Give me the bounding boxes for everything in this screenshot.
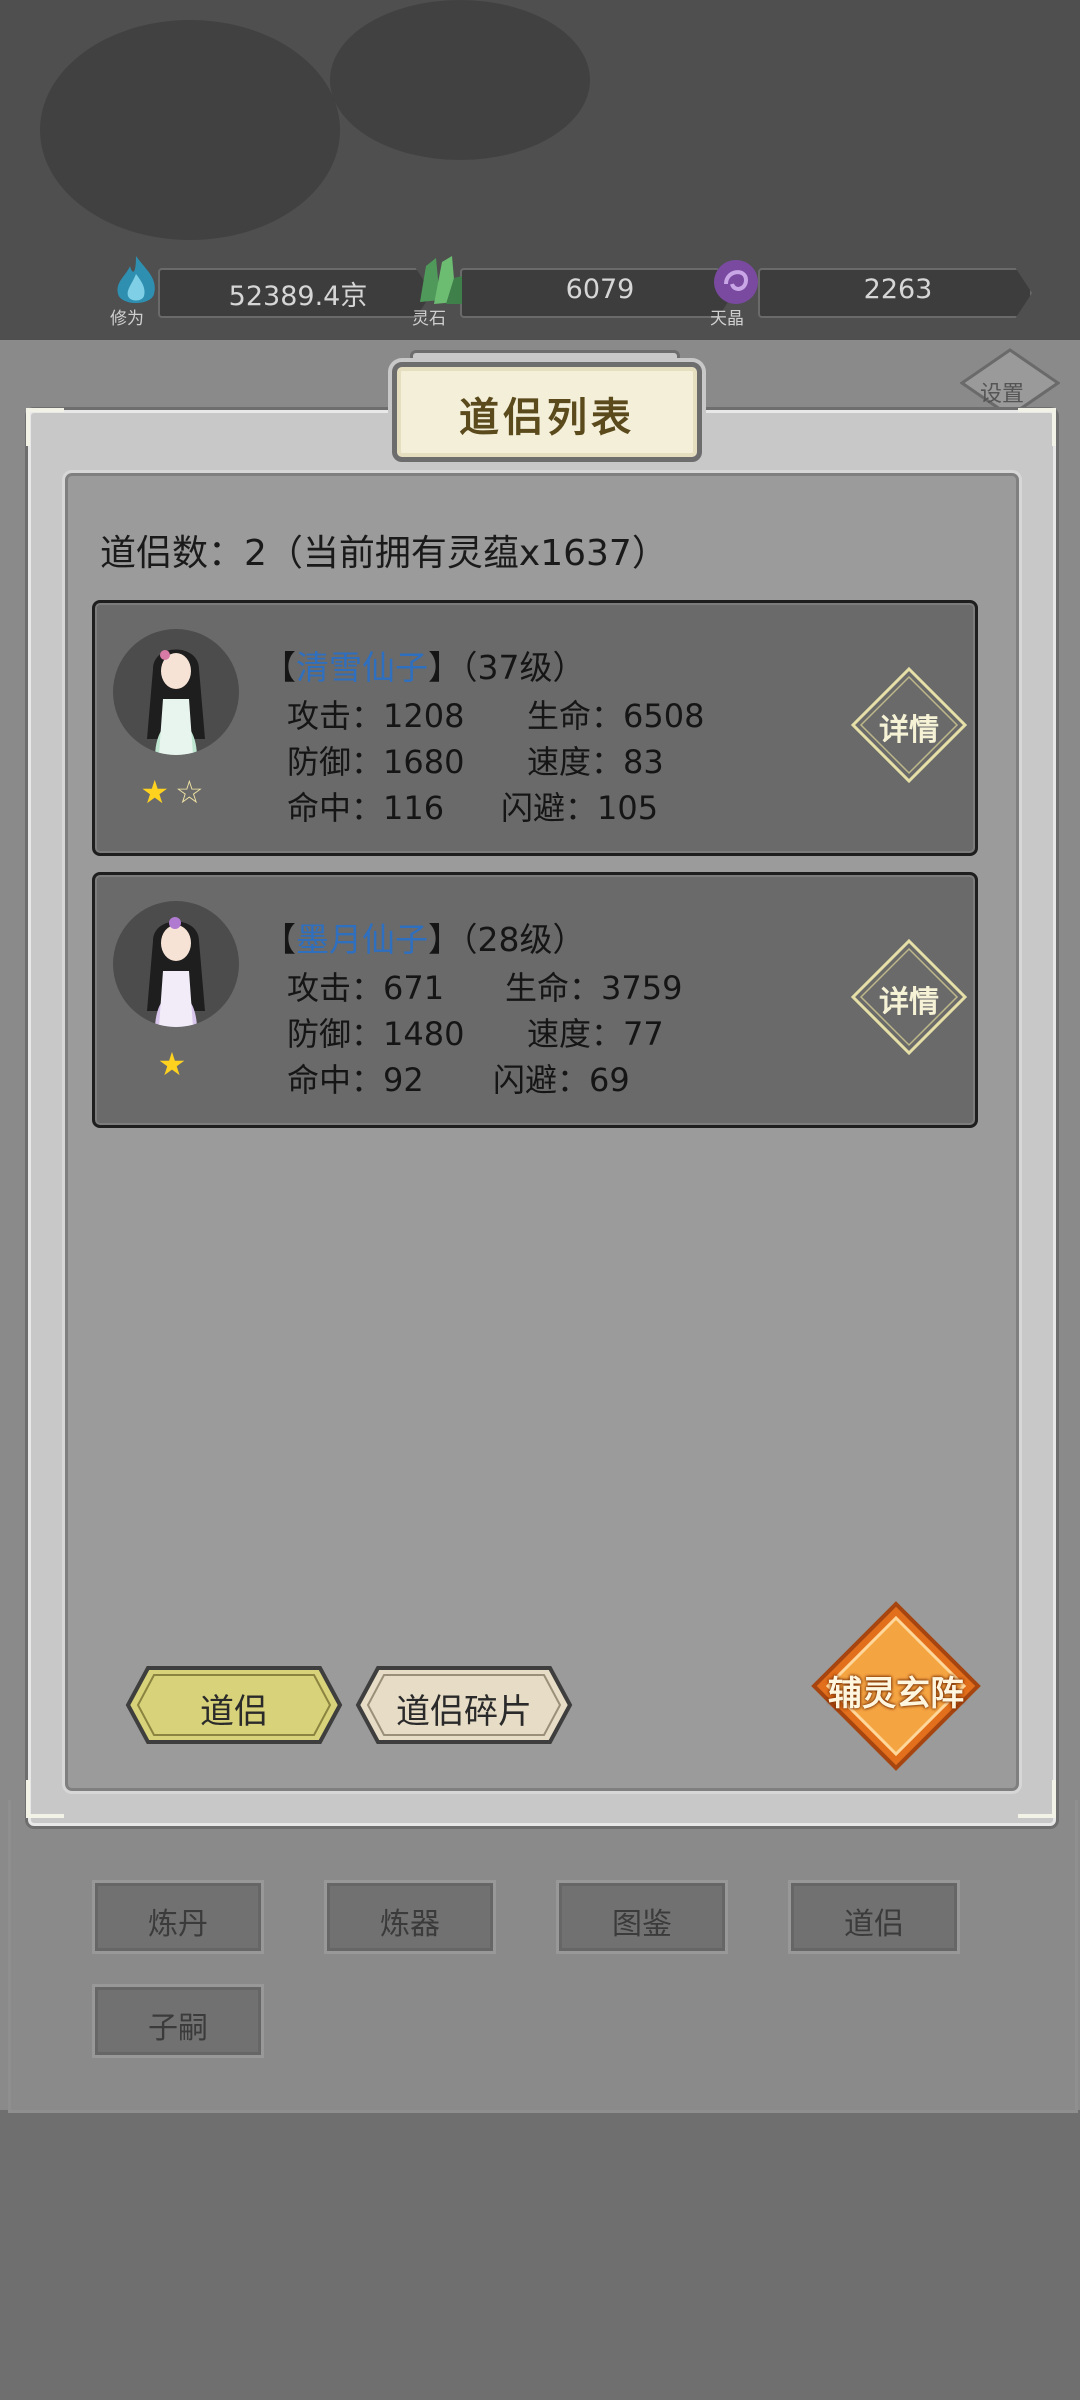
dialog-title-plate: 道侣列表 (392, 362, 702, 462)
star-rating: ★☆ (95, 773, 255, 811)
bracket-open: 【 (263, 920, 296, 959)
detail-label: 详情 (879, 713, 939, 748)
companion-name-line: 【清雪仙子】（37级） (263, 641, 586, 689)
detail-button[interactable]: 详情 (849, 937, 969, 1057)
detail-button[interactable]: 详情 (849, 665, 969, 785)
tab-label: 道侣 (200, 1692, 268, 1732)
menu-label: 子嗣 (148, 2011, 208, 2046)
companion-name: 墨月仙子 (296, 920, 428, 959)
frame-corner (26, 1780, 64, 1818)
background-foliage (40, 20, 340, 240)
fairy-portrait-icon (147, 649, 205, 755)
companion-card: ★ 【墨月仙子】（28级） 攻击：671 生命：3759 防御：1480 速度：… (92, 872, 978, 1128)
tab-label: 道侣碎片 (396, 1692, 532, 1732)
background-foliage (330, 0, 590, 160)
stat-dodge: 闪避：105 (501, 789, 659, 827)
menu-label: 道侣 (844, 1907, 904, 1942)
menu-button-forging[interactable]: 炼器 (324, 1880, 496, 1954)
menu-label: 炼丹 (148, 1907, 208, 1942)
stat-hit: 命中：116 (287, 789, 445, 827)
resource-label: 天晶 (710, 309, 744, 329)
stat-defense: 防御：1480 (287, 1015, 465, 1053)
companion-count: 道侣数：2（当前拥有灵蕴x1637） (100, 533, 668, 574)
menu-button-alchemy[interactable]: 炼丹 (92, 1880, 264, 1954)
detail-label: 详情 (879, 985, 939, 1020)
spirit-stone-icon (420, 256, 462, 304)
menu-button-offspring[interactable]: 子嗣 (92, 1984, 264, 2058)
settings-label: 设置 (980, 382, 1025, 407)
companion-avatar (113, 629, 239, 755)
companion-level: （28级） (461, 920, 586, 959)
menu-label: 炼器 (380, 1907, 440, 1942)
companion-level: （37级） (461, 648, 586, 687)
tab-companion-fragments[interactable]: 道侣碎片 (354, 1664, 574, 1746)
resource-value: 2263 (863, 274, 933, 305)
stat-hit: 命中：92 (287, 1061, 424, 1099)
companion-card: ★☆ 【清雪仙子】（37级） 攻击：1208 生命：6508 防御：1680 速… (92, 600, 978, 856)
bracket-close: 】 (428, 920, 461, 959)
heaven-crystal-icon (714, 260, 758, 304)
companion-name: 清雪仙子 (296, 648, 428, 687)
cultivation-flame-icon (117, 256, 155, 303)
stat-speed: 速度：77 (527, 1015, 664, 1053)
companion-name-line: 【墨月仙子】（28级） (263, 913, 586, 961)
star-full-icon: ★ (140, 773, 175, 811)
star-rating: ★ (95, 1045, 255, 1083)
stat-defense: 防御：1680 (287, 743, 465, 781)
stat-hp: 生命：3759 (505, 969, 683, 1007)
resource-label: 修为 (110, 309, 144, 329)
formation-button[interactable]: 辅灵玄阵 (810, 1600, 982, 1772)
tab-companion[interactable]: 道侣 (124, 1664, 344, 1746)
menu-label: 图鉴 (612, 1907, 672, 1942)
stat-hp: 生命：6508 (527, 697, 705, 735)
resource-value: 6079 (565, 274, 635, 305)
frame-corner (1018, 1780, 1056, 1818)
menu-frame (8, 1800, 1078, 2113)
bracket-close: 】 (428, 648, 461, 687)
resource-heaven-crystal: 天晶 2263 (708, 260, 1038, 329)
companion-avatar (113, 901, 239, 1027)
resource-value: 52389.4京 (228, 281, 368, 312)
resource-cultivation: 修为 52389.4京 (108, 256, 438, 329)
fairy-portrait-icon (147, 917, 205, 1027)
bracket-open: 【 (263, 648, 296, 687)
stat-attack: 攻击：1208 (287, 697, 465, 735)
stat-dodge: 闪避：69 (493, 1061, 630, 1099)
star-empty-icon: ☆ (175, 773, 210, 811)
stat-speed: 速度：83 (527, 743, 664, 781)
background-bottom (0, 2110, 1080, 2400)
resource-spirit-stone: 灵石 6079 (410, 256, 740, 329)
menu-button-companion[interactable]: 道侣 (788, 1880, 960, 1954)
resource-label: 灵石 (412, 309, 446, 329)
formation-label: 辅灵玄阵 (828, 1674, 964, 1714)
star-full-icon: ★ (157, 1045, 193, 1083)
frame-corner (1018, 408, 1056, 446)
stat-attack: 攻击：671 (287, 969, 445, 1007)
menu-button-codex[interactable]: 图鉴 (556, 1880, 728, 1954)
frame-corner (26, 408, 64, 446)
dialog-title: 道侣列表 (459, 394, 635, 441)
